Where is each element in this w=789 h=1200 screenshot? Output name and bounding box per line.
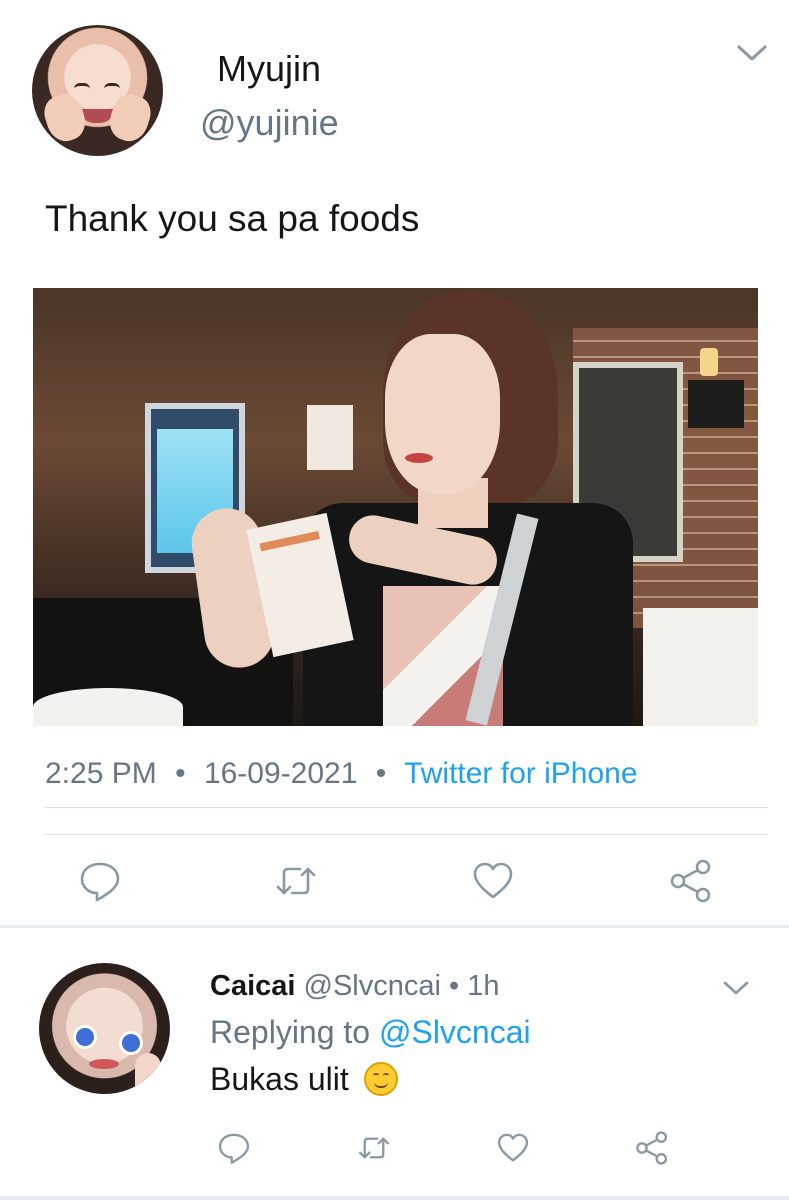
tweet-actions (0, 855, 789, 911)
share-icon (670, 859, 711, 903)
reply-text-body: Bukas ulit (210, 1061, 349, 1097)
avatar-eye-left (74, 83, 90, 89)
tweet-date: 16-09-2021 (203, 757, 358, 790)
photo-menu-board (307, 405, 353, 470)
photo-lamp (700, 348, 718, 376)
photo-sign (688, 380, 744, 428)
meta-separator: • (375, 757, 387, 790)
tweet-photo[interactable] (33, 288, 758, 726)
heart-icon (473, 862, 513, 899)
face-sticker (73, 1025, 97, 1049)
tweet-source-link[interactable]: Twitter for iPhone (404, 757, 637, 790)
photo-bag (643, 608, 758, 726)
meta-separator: • (175, 757, 186, 790)
avatar-eye-right (104, 83, 120, 89)
divider (45, 834, 768, 835)
heart-icon (497, 1133, 529, 1162)
author-display-name[interactable]: Myujin (217, 48, 321, 90)
author-avatar[interactable] (32, 25, 163, 156)
avatar-hand-right (104, 90, 156, 146)
replying-to: Replying to @Slvcncai (210, 1014, 531, 1051)
bottom-border (0, 1196, 789, 1200)
reply-author-avatar[interactable] (39, 963, 170, 1094)
reply-icon (218, 1133, 250, 1164)
reply-text: Bukas ulit (210, 1061, 398, 1098)
tweet-time: 2:25 PM (45, 757, 157, 790)
tweet-meta: 2:25 PM • 16-09-2021 • Twitter for iPhon… (45, 757, 638, 791)
reply-time: 1h (467, 970, 500, 1002)
reply-button[interactable] (74, 855, 126, 907)
retweet-button[interactable] (270, 855, 322, 907)
reply-header: Caicai @Slvcncai • 1h (210, 970, 500, 1003)
retweet-button[interactable] (354, 1128, 394, 1168)
reply-meta-separator: • (449, 970, 460, 1002)
author-handle[interactable]: @yujinie (200, 102, 339, 144)
replying-to-mention[interactable]: @Slvcncai (379, 1014, 531, 1050)
photo-plate (33, 688, 183, 726)
chevron-down-icon[interactable] (722, 978, 750, 998)
photo-person-face (385, 334, 500, 494)
reply-button[interactable] (214, 1128, 254, 1168)
smiling-face-emoji-icon (363, 1062, 398, 1096)
replying-to-label: Replying to (210, 1014, 371, 1050)
like-button[interactable] (467, 855, 519, 907)
photo-person-lips (405, 453, 433, 463)
reply-tweet[interactable]: Caicai @Slvcncai • 1h Replying to @Slvcn… (0, 928, 789, 1200)
chevron-down-icon[interactable] (735, 40, 769, 66)
tweet-text: Thank you sa pa foods (45, 198, 420, 239)
like-button[interactable] (493, 1128, 533, 1168)
divider (45, 807, 768, 808)
main-tweet: Myujin @yujinie Thank you sa pa foods 2:… (0, 0, 789, 926)
reply-icon (80, 862, 120, 902)
avatar-mouth (89, 1059, 119, 1069)
reply-handle[interactable]: @Slvcncai (304, 970, 441, 1002)
avatar-finger (135, 1053, 161, 1094)
reply-display-name[interactable]: Caicai (210, 970, 295, 1002)
face-sticker (119, 1031, 143, 1055)
reply-actions (0, 1128, 789, 1172)
share-button[interactable] (632, 1128, 672, 1168)
retweet-icon (358, 1137, 390, 1159)
avatar-hand-left (39, 90, 91, 146)
share-button[interactable] (665, 855, 717, 907)
retweet-icon (276, 867, 316, 895)
share-icon (636, 1131, 668, 1165)
